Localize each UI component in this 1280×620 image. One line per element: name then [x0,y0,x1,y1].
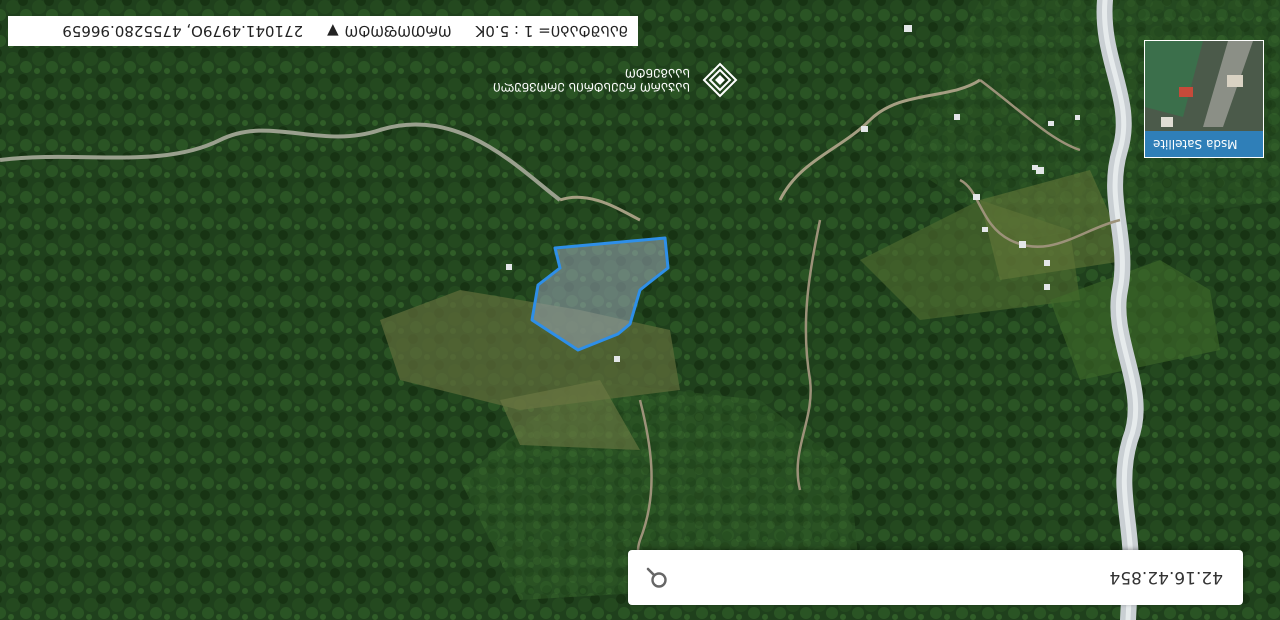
diamond-logo-icon [702,62,738,98]
basemap-select-label: ᲝᲠᲗᲝᲤᲝᲢᲝ [344,22,452,40]
scale-readout: ᲛᲐᲡᲨᲢᲐᲑᲘ= 1 : 5.0K [475,22,628,40]
map-status-bar: ᲛᲐᲡᲨᲢᲐᲑᲘ= 1 : 5.0K ᲝᲠᲗᲝᲤᲝᲢᲝ ▼ 271041.497… [8,16,638,46]
layer-switcher[interactable]: Msda Satellite [1144,40,1264,158]
search-box[interactable] [628,550,1243,605]
layer-switcher-label: Msda Satellite [1145,131,1263,157]
search-button[interactable] [642,563,672,593]
agency-logo: ᲡᲐᲯᲐᲠᲝ ᲠᲔᲔᲡᲢᲠᲘᲡ ᲔᲠᲝᲕᲜᲣᲚᲘ ᲡᲐᲐᲒᲔᲜᲢᲝ [493,62,738,98]
search-icon [646,567,667,588]
cursor-coordinates: 271041.4979O, 4755280.96659 [62,22,304,40]
basemap-select[interactable]: ᲝᲠᲗᲝᲤᲝᲢᲝ ▼ [327,21,451,41]
chevron-down-icon: ▼ [327,22,339,40]
logo-line-2: ᲡᲐᲐᲒᲔᲜᲢᲝ [624,66,690,80]
map-viewport[interactable]: ᲛᲐᲡᲨᲢᲐᲑᲘ= 1 : 5.0K ᲝᲠᲗᲝᲤᲝᲢᲝ ▼ 271041.497… [0,0,1280,620]
search-input[interactable] [703,550,1223,605]
logo-line-1: ᲡᲐᲯᲐᲠᲝ ᲠᲔᲔᲡᲢᲠᲘᲡ ᲔᲠᲝᲕᲜᲣᲚᲘ [493,80,690,94]
